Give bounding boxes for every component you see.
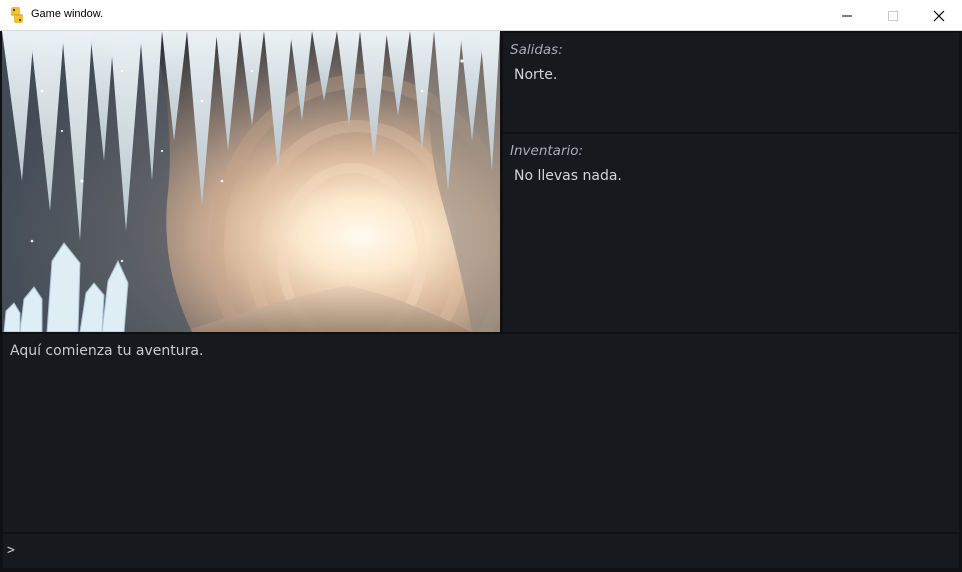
command-prompt: > xyxy=(7,543,15,558)
close-button[interactable] xyxy=(916,0,962,31)
minimize-button[interactable] xyxy=(824,0,870,31)
exits-text: Norte. xyxy=(514,67,558,83)
inventory-label: Inventario: xyxy=(510,143,584,159)
window-title: Game window. xyxy=(31,8,104,20)
title-bar[interactable]: Game window. xyxy=(0,0,962,31)
inventory-text: No llevas nada. xyxy=(514,168,622,184)
exits-panel: Salidas: Norte. xyxy=(503,33,959,132)
command-input[interactable] xyxy=(23,540,943,562)
narration-panel: Aquí comienza tu aventura. xyxy=(3,334,959,532)
python-icon xyxy=(8,6,26,24)
scene-image xyxy=(2,31,500,332)
exits-label: Salidas: xyxy=(510,42,563,58)
maximize-button[interactable] xyxy=(870,0,916,31)
command-bar[interactable]: > xyxy=(3,534,959,568)
close-icon xyxy=(933,10,945,21)
narration-text: Aquí comienza tu aventura. xyxy=(10,343,204,359)
inventory-panel: Inventario: No llevas nada. xyxy=(503,134,959,332)
maximize-icon xyxy=(888,10,898,21)
minimize-icon xyxy=(842,15,852,16)
